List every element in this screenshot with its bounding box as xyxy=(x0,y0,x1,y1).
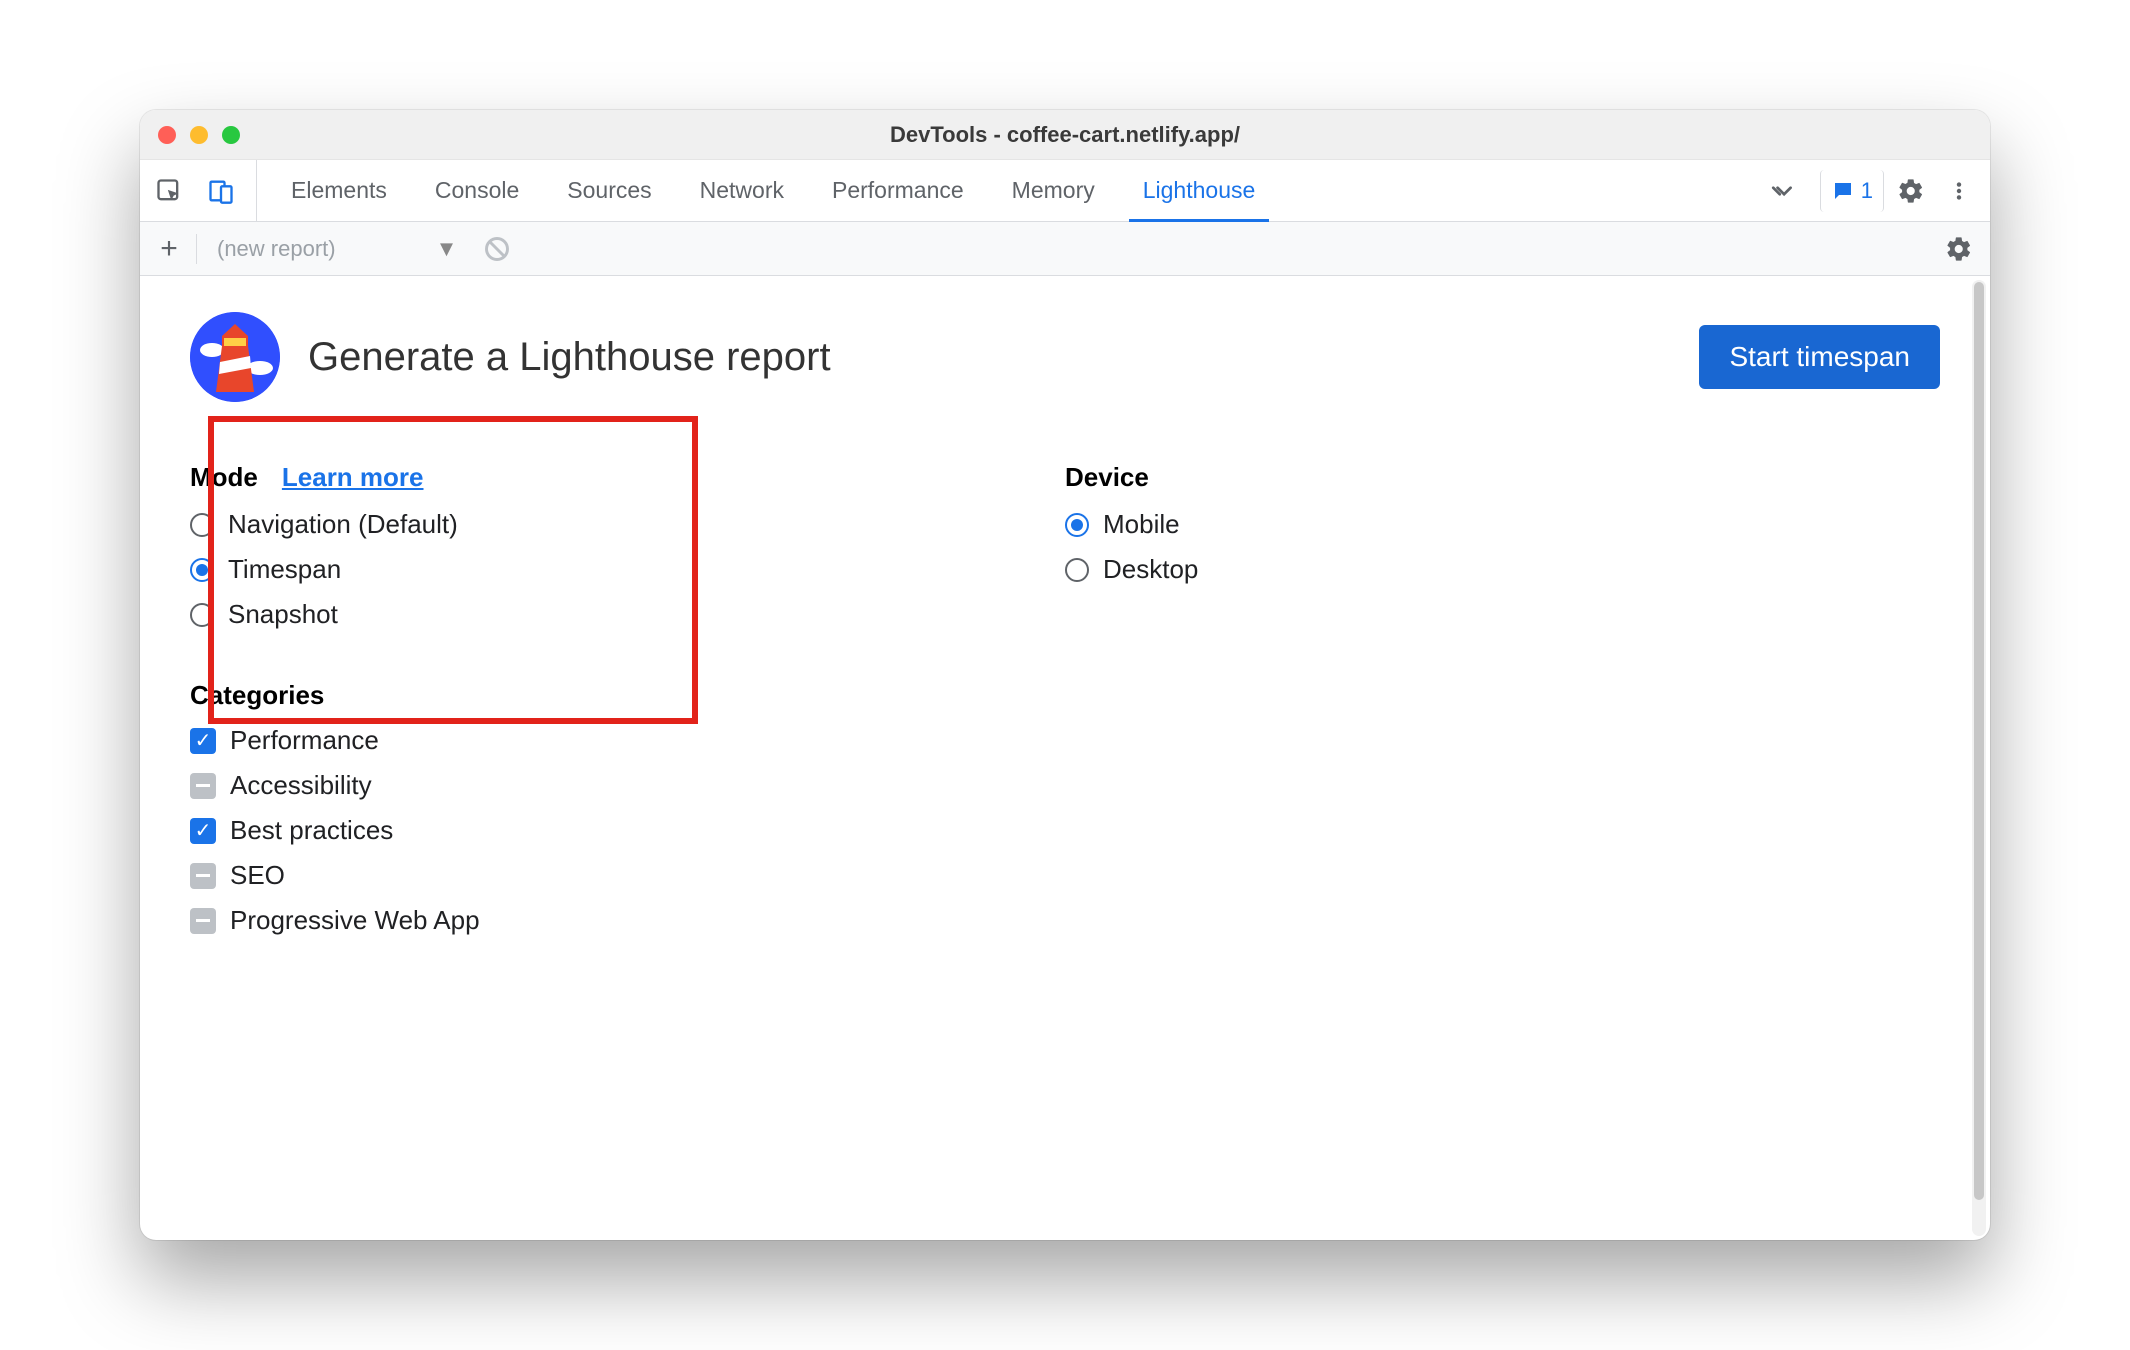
devtools-tabbar: ElementsConsoleSourcesNetworkPerformance… xyxy=(140,160,1990,222)
category-label: Progressive Web App xyxy=(230,905,480,936)
inspect-element-icon[interactable] xyxy=(148,170,190,212)
checkbox-icon: ✓ xyxy=(190,818,216,844)
device-option-label: Mobile xyxy=(1103,509,1180,540)
category-label: SEO xyxy=(230,860,285,891)
tab-console[interactable]: Console xyxy=(411,160,543,221)
tab-elements[interactable]: Elements xyxy=(267,160,411,221)
tab-performance[interactable]: Performance xyxy=(808,160,988,221)
lighthouse-panel: Generate a Lighthouse report Start times… xyxy=(140,276,1990,1240)
tab-memory[interactable]: Memory xyxy=(988,160,1119,221)
categories-title: Categories xyxy=(190,680,1940,711)
checkbox-icon xyxy=(190,863,216,889)
settings-icon[interactable] xyxy=(1890,170,1932,212)
traffic-lights xyxy=(158,126,240,144)
window-zoom-button[interactable] xyxy=(222,126,240,144)
scrollbar[interactable] xyxy=(1972,280,1986,1236)
mode-option-label: Navigation (Default) xyxy=(228,509,458,540)
category-option[interactable]: Progressive Web App xyxy=(190,905,1940,936)
mode-option[interactable]: Navigation (Default) xyxy=(190,509,1065,540)
separator xyxy=(196,234,197,264)
category-option[interactable]: ✓ Best practices xyxy=(190,815,1940,846)
chevron-down-icon: ▼ xyxy=(436,236,458,262)
mode-option[interactable]: Snapshot xyxy=(190,599,1065,630)
checkbox-icon xyxy=(190,773,216,799)
titlebar: DevTools - coffee-cart.netlify.app/ xyxy=(140,110,1990,160)
mode-option-label: Timespan xyxy=(228,554,341,585)
tabs-overflow-button[interactable] xyxy=(1756,160,1810,221)
start-timespan-button[interactable]: Start timespan xyxy=(1699,325,1940,389)
category-option[interactable]: ✓ Performance xyxy=(190,725,1940,756)
learn-more-link[interactable]: Learn more xyxy=(282,462,424,493)
lighthouse-logo-icon xyxy=(190,312,280,402)
category-label: Best practices xyxy=(230,815,393,846)
devtools-window: DevTools - coffee-cart.netlify.app/ xyxy=(140,110,1990,1240)
mode-option-label: Snapshot xyxy=(228,599,338,630)
window-minimize-button[interactable] xyxy=(190,126,208,144)
page-title: Generate a Lighthouse report xyxy=(308,335,831,380)
tab-lighthouse[interactable]: Lighthouse xyxy=(1119,160,1280,221)
device-toolbar-icon[interactable] xyxy=(200,170,242,212)
mode-option[interactable]: Timespan xyxy=(190,554,1065,585)
device-option[interactable]: Desktop xyxy=(1065,554,1940,585)
category-option[interactable]: Accessibility xyxy=(190,770,1940,801)
issues-button[interactable]: 1 xyxy=(1820,170,1884,212)
checkbox-icon: ✓ xyxy=(190,728,216,754)
radio-icon xyxy=(1065,558,1089,582)
radio-icon xyxy=(190,558,214,582)
radio-icon xyxy=(1065,513,1089,537)
category-option[interactable]: SEO xyxy=(190,860,1940,891)
new-report-button[interactable]: + xyxy=(150,232,188,266)
device-section: Device Mobile Desktop xyxy=(1065,462,1940,644)
report-selector[interactable]: (new report) ▼ xyxy=(205,236,469,262)
category-label: Performance xyxy=(230,725,379,756)
category-label: Accessibility xyxy=(230,770,372,801)
issues-count: 1 xyxy=(1861,178,1873,204)
window-title: DevTools - coffee-cart.netlify.app/ xyxy=(140,122,1990,148)
mode-title: Mode xyxy=(190,462,258,493)
window-close-button[interactable] xyxy=(158,126,176,144)
lighthouse-subbar: + (new report) ▼ xyxy=(140,222,1990,276)
clear-report-icon[interactable] xyxy=(483,235,511,263)
mode-section: Mode Learn more Navigation (Default) Time… xyxy=(190,462,1065,644)
tab-network[interactable]: Network xyxy=(676,160,808,221)
categories-section: Categories ✓ Performance Accessibility ✓ Bes… xyxy=(190,680,1940,936)
report-selector-label: (new report) xyxy=(217,236,336,262)
device-option-label: Desktop xyxy=(1103,554,1198,585)
radio-icon xyxy=(190,513,214,537)
radio-icon xyxy=(190,603,214,627)
tab-sources[interactable]: Sources xyxy=(543,160,675,221)
checkbox-icon xyxy=(190,908,216,934)
more-menu-icon[interactable] xyxy=(1938,170,1980,212)
device-option[interactable]: Mobile xyxy=(1065,509,1940,540)
device-title: Device xyxy=(1065,462,1149,493)
lighthouse-settings-icon[interactable] xyxy=(1938,228,1980,270)
